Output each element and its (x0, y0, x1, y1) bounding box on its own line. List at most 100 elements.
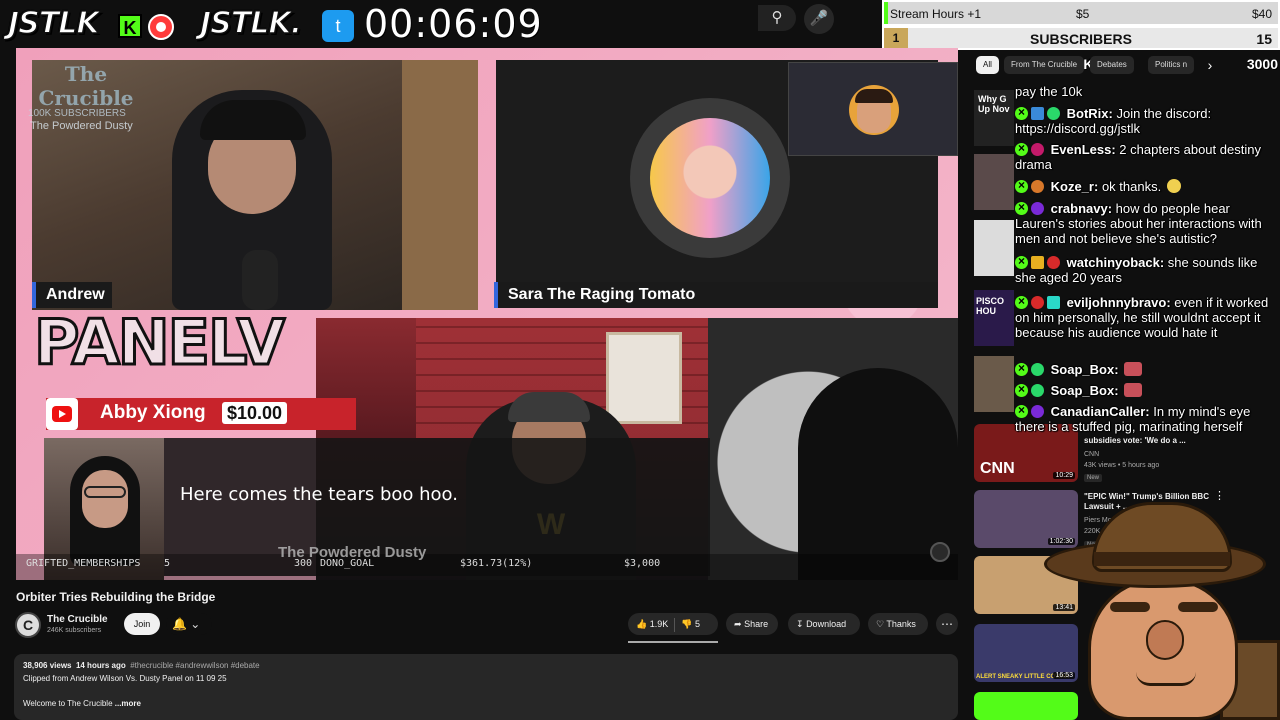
microphone (242, 250, 278, 310)
share-button[interactable]: ➦ Share (726, 613, 778, 635)
record-icon (148, 14, 174, 40)
chat-username: watchinyoback: (1066, 255, 1165, 270)
top-overlay-bar: JSTLK K JSTLK. t 00:06:09 ⚲ 🎤 (0, 0, 880, 48)
rec-channel[interactable]: CNN (1084, 451, 1099, 458)
hashtags[interactable]: #thecrucible #andrewwilson #debate (130, 661, 259, 670)
chat-username: BotRix: (1066, 106, 1113, 121)
name-tag-sara: Sara The Raging Tomato (494, 282, 938, 308)
mascot-brow (1110, 602, 1150, 612)
chat-message: Koze_r: ok thanks. (1015, 178, 1279, 194)
emote-icon (1166, 179, 1181, 193)
download-label: Download (806, 619, 847, 629)
mod-badge-icon (1015, 403, 1028, 418)
video-title: Orbiter Tries Rebuilding the Bridge (16, 590, 216, 604)
chat-text: ok thanks. (1101, 179, 1162, 194)
side-thumbnail[interactable]: Why G Up Nov (974, 90, 1014, 146)
mascot-hat-band (1094, 552, 1230, 566)
thanks-icon: ♡ (876, 619, 885, 629)
description-welcome: Welcome to The Crucible (23, 699, 113, 708)
memberships-value: 5 (164, 558, 171, 569)
description-line: Clipped from Andrew Wilson Vs. Dusty Pan… (23, 674, 227, 683)
kick-icon: K (118, 14, 142, 38)
verified-badge-icon (1031, 107, 1044, 120)
chat-overlay: pay the 10k BotRix: Join the discord: ht… (1012, 82, 1280, 438)
pip-hair (855, 89, 893, 103)
notification-button[interactable]: 🔔 ⌄ (166, 613, 212, 635)
chevron-right-icon[interactable]: › (1200, 56, 1220, 74)
memberships-label: GRIFTED_MEMBERSHIPS (26, 558, 141, 569)
rec-meta: 43K views • 5 hours ago (1084, 462, 1160, 469)
mod-badge-icon (1015, 382, 1028, 397)
panel-banner-text: PANELV (33, 305, 287, 381)
join-button[interactable]: Join (124, 613, 160, 635)
bell-icon: 🔔 (172, 617, 187, 631)
sub-badge-icon (1031, 363, 1044, 376)
chip-debates[interactable]: Debates (1090, 56, 1134, 74)
chip-from-channel[interactable]: From The Crucible (1004, 56, 1085, 74)
thanks-label: Thanks (886, 619, 916, 629)
mic-icon: 🎤 (809, 10, 829, 27)
mascot-brow (1178, 602, 1218, 612)
voice-search-button[interactable]: 🎤 (804, 4, 834, 34)
donor-name: Abby Xiong (100, 402, 206, 423)
stream-hours-goal: Stream Hours +1 $5 $40 (882, 0, 1280, 26)
chevron-down-icon: ⌄ (190, 617, 201, 631)
subs-goal: 15 (1256, 31, 1272, 47)
rec-duration: 10:29 (1053, 472, 1075, 479)
wall-frame (606, 332, 682, 424)
chat-message: EvenLess: 2 chapters about destiny drama (1015, 141, 1279, 172)
channel-avatar[interactable] (15, 612, 41, 638)
chat-text: pay the 10k (1015, 84, 1083, 99)
chat-message: eviljohnnybravo: even if it worked on hi… (1015, 294, 1279, 340)
chat-username: EvenLess: (1050, 142, 1116, 157)
chat-username: Soap_Box: (1050, 362, 1119, 377)
more-icon: ⋯ (941, 617, 953, 631)
description-stats: 38,906 views 14 hours ago #thecrucible #… (23, 661, 260, 670)
mod-badge-icon (1015, 294, 1028, 309)
sara-avatar (650, 118, 770, 238)
sub-badge-icon (1031, 405, 1044, 418)
video-player[interactable]: The Crucible 100K SUBSCRIBERS The Powder… (16, 48, 958, 580)
side-thumbnail[interactable] (974, 154, 1014, 210)
goal-mid-value: $5 (1076, 7, 1090, 21)
view-count: 38,906 views (23, 661, 72, 670)
chip-all[interactable]: All (976, 56, 999, 74)
mod-badge-icon (1015, 105, 1028, 120)
bot-badge-icon (1047, 107, 1060, 120)
show-more-link[interactable]: ...more (115, 699, 141, 708)
donor-amount: $10.00 (222, 402, 288, 424)
search-button[interactable]: ⚲ (758, 5, 796, 31)
chat-text: Join the discord: https://discord.gg/jst… (1015, 106, 1212, 136)
chat-username: CanadianCaller: (1050, 404, 1150, 419)
chip-politics[interactable]: Politics n (1148, 56, 1195, 74)
like-button[interactable]: 👍 1.9K (636, 619, 668, 629)
share-label: Share (744, 619, 769, 629)
download-button[interactable]: ↧ Download (788, 613, 860, 635)
download-icon: ↧ (796, 619, 804, 629)
divider (674, 617, 676, 632)
mod-badge-icon (1015, 254, 1028, 269)
donation-message: Here comes the tears boo hoo. (180, 484, 458, 505)
person-cap (200, 100, 306, 140)
mascot-mouth (1136, 672, 1196, 686)
more-actions-button[interactable]: ⋯ (936, 613, 958, 635)
sub-badge-icon (1047, 256, 1060, 269)
donor-face (82, 470, 128, 528)
side-thumbnail[interactable] (974, 356, 1014, 412)
stream-screen: JSTLK K JSTLK. t 00:06:09 ⚲ 🎤 Stream Hou… (0, 0, 1280, 720)
chat-message: Soap_Box: (1015, 361, 1279, 377)
channel-subscribers: 246K subscribers (47, 627, 102, 634)
youtube-icon (46, 398, 78, 430)
stream-timer: 00:06:09 (364, 2, 543, 46)
brand-logo-kick: JSTLK (7, 5, 100, 42)
channel-name[interactable]: The Crucible (47, 614, 108, 625)
side-thumbnail[interactable]: PISCO HOU (974, 290, 1014, 346)
name-tag-andrew: Andrew (32, 282, 112, 308)
subscribers-goal: 1 SUBSCRIBERS 15 (882, 26, 1280, 50)
thanks-button[interactable]: ♡ Thanks (868, 613, 928, 635)
side-thumbnail[interactable] (974, 220, 1014, 276)
dislike-button[interactable]: 👎 5 (681, 619, 700, 629)
description-box[interactable]: 38,906 views 14 hours ago #thecrucible #… (14, 654, 958, 720)
rec-thumb-label: CNN (980, 460, 1015, 477)
like-count: 1.9K (649, 619, 669, 629)
